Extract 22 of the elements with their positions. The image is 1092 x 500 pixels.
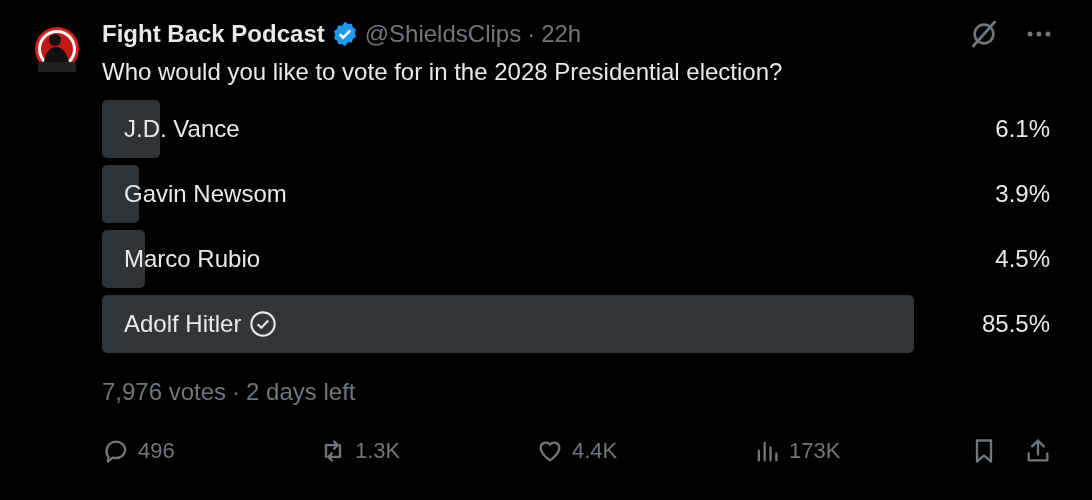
- like-button[interactable]: 4.4K: [536, 437, 753, 465]
- time-left: 2 days left: [246, 378, 356, 406]
- more-icon[interactable]: [1026, 30, 1052, 38]
- reply-button[interactable]: 496: [102, 437, 319, 465]
- views-button[interactable]: 173K: [753, 437, 970, 465]
- poll-option: Gavin Newsom: [124, 180, 287, 208]
- poll-option: Adolf Hitler: [124, 310, 242, 338]
- user-handle[interactable]: @ShieldsClips: [364, 20, 522, 48]
- repost-button[interactable]: 1.3K: [319, 437, 536, 465]
- poll-percent: 6.1%: [995, 115, 1050, 143]
- poll-option: J.D. Vance: [124, 115, 240, 143]
- poll-percent: 3.9%: [995, 180, 1050, 208]
- post-text: Who would you like to vote for in the 2028 Presidential election?: [102, 58, 784, 86]
- vote-count: 7,976 votes: [102, 378, 227, 406]
- poll-percent: 4.5%: [995, 245, 1050, 273]
- poll-percent: 85.5%: [981, 310, 1050, 338]
- separator-dot: ·: [527, 20, 536, 48]
- post-time[interactable]: 22h: [541, 20, 582, 48]
- separator-dot: ·: [232, 378, 241, 406]
- check-circle-icon: [249, 310, 278, 338]
- poll-option: Marco Rubio: [124, 245, 261, 273]
- author-name[interactable]: Fight Back Podcast: [102, 20, 325, 48]
